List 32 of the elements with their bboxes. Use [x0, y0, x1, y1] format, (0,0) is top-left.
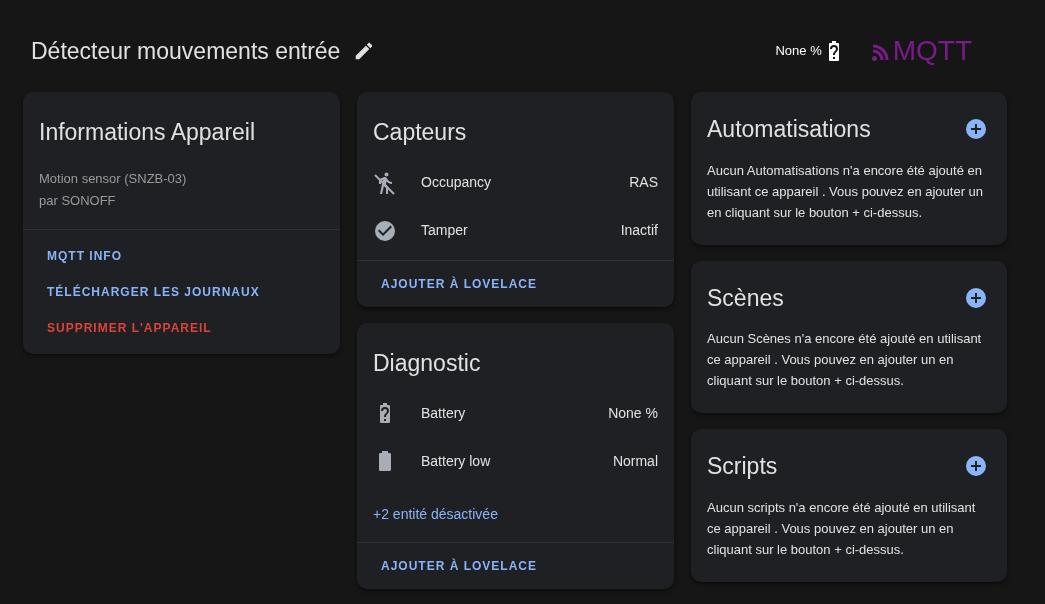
- delete-device-button[interactable]: SUPPRIMER L'APPAREIL: [39, 309, 220, 346]
- add-icon[interactable]: [964, 454, 988, 479]
- add-to-lovelace-button[interactable]: AJOUTER À LOVELACE: [373, 265, 545, 302]
- add-to-lovelace-button[interactable]: AJOUTER À LOVELACE: [373, 548, 545, 584]
- entity-name[interactable]: Tamper: [421, 220, 468, 241]
- entity-state: None %: [608, 403, 658, 423]
- empty-state-text: Aucun Automatisations n'a encore été ajouté en utilisant ce appareil . Vous pouvez en ajouter un en cliquant sur le bouton + ci-dessus.: [707, 161, 985, 222]
- card-title: Capteurs: [372, 118, 468, 147]
- card-title: Diagnostic: [372, 348, 482, 378]
- device-title: Détecteur mouvements entrée: [31, 36, 341, 66]
- add-icon[interactable]: [964, 285, 988, 310]
- action-button[interactable]: TÉLÉCHARGER LES JOURNAUX: [39, 273, 268, 310]
- check-icon: [373, 218, 397, 243]
- add-icon[interactable]: [964, 117, 988, 142]
- entity-name[interactable]: Battery: [421, 402, 466, 424]
- entity-state: RAS: [629, 173, 658, 192]
- entity-state: Inactif: [620, 221, 658, 240]
- card-title: Scripts: [707, 452, 778, 481]
- entity-name[interactable]: Occupancy: [421, 172, 492, 193]
- empty-state-text: Aucun scripts n'a encore été ajouté en utilisant ce appareil . Vous pouvez en ajouter un en cliquant sur le bouton + ci-dessus.: [707, 498, 977, 559]
- action-button[interactable]: MQTT INFO: [39, 237, 130, 274]
- card-title: Automatisations: [707, 115, 871, 144]
- device-manufacturer: par SONOFF: [38, 192, 117, 210]
- device-model: Motion sensor (SNZB-03): [38, 169, 188, 188]
- mqtt-logo: MQTT: [892, 37, 972, 65]
- walk-icon: [373, 170, 397, 195]
- empty-state-text: Aucun Scènes n'a encore été ajouté en utilisant ce appareil . Vous pouvez en ajouter un en cliquant sur le bouton + ci-dessus.: [707, 330, 983, 390]
- entity-state: Normal: [612, 451, 658, 471]
- entity-name[interactable]: Battery low: [421, 450, 491, 472]
- card-title: Informations Appareil: [38, 118, 257, 147]
- battery-reading: None %: [775, 42, 822, 61]
- card-title: Scènes: [707, 283, 784, 313]
